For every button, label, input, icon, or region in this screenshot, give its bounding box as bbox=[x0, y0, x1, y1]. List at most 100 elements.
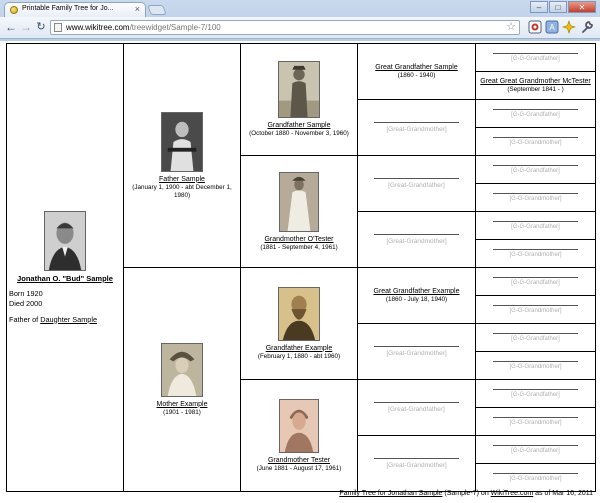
root-father-of: Father of Daughter Sample bbox=[9, 315, 123, 325]
url-text[interactable]: www.wikitree.com/treewidget/Sample-7/100 bbox=[66, 21, 221, 34]
window-controls: – □ ✕ bbox=[530, 1, 596, 14]
great-grandfather-placeholder: [Great-Grandfather] bbox=[388, 181, 445, 189]
gg-line bbox=[492, 304, 579, 306]
great-grandfather-placeholder: [Great-Grandfather] bbox=[388, 405, 445, 413]
gg-grandfather-placeholder: [G-G-Grandfather] bbox=[511, 447, 560, 454]
new-tab-button[interactable] bbox=[147, 5, 167, 15]
grandfather-sample-cell: Grandfather Sample (October 1880 - Novem… bbox=[240, 43, 358, 156]
extension-icon[interactable] bbox=[528, 20, 542, 34]
great-grandmother-placeholder: [Great-Grandmother] bbox=[386, 349, 447, 357]
grandmother-otester-name[interactable]: Grandmother O'Tester bbox=[264, 236, 333, 243]
empty-line bbox=[374, 233, 459, 235]
gg-grandfather-placeholder: [G-G-Grandfather] bbox=[511, 223, 560, 230]
mother-cell: Mother Example (1901 - 1981) bbox=[123, 267, 241, 492]
close-tab-icon[interactable]: × bbox=[135, 4, 140, 14]
gg-grandfather-placeholder: [G-G-Grandfather] bbox=[511, 55, 560, 62]
reload-icon[interactable]: ↻ bbox=[34, 20, 48, 34]
tab-bar: Printable Family Tree for Jo... × – □ ✕ bbox=[0, 0, 600, 17]
great-grandmother-placeholder: [Great-Grandmother] bbox=[386, 125, 447, 133]
browser-tab[interactable]: Printable Family Tree for Jo... × bbox=[4, 2, 146, 17]
gg-grandmother-placeholder: [G-G-Grandmother] bbox=[509, 363, 562, 370]
gg-line bbox=[492, 220, 579, 222]
address-bar[interactable]: www.wikitree.com/treewidget/Sample-7/100… bbox=[50, 20, 520, 35]
family-tree-table: Jonathan O. "Bud" Sample Born 1920 Died … bbox=[6, 43, 596, 492]
great-grandmother-cell: [Great-Grandmother] bbox=[357, 435, 476, 492]
grandfather-example-dates: (February 1, 1880 - abt 1960) bbox=[257, 352, 341, 360]
tab-title: Printable Family Tree for Jo... bbox=[22, 5, 114, 12]
gg-grandmother-placeholder: [G-G-Grandmother] bbox=[509, 195, 562, 202]
footer-site-link[interactable]: WikiTree.com bbox=[491, 490, 534, 497]
mother-name[interactable]: Mother Example bbox=[157, 401, 208, 408]
gg-line bbox=[492, 444, 579, 446]
gg-cell: [G-G-Grandmother] bbox=[475, 295, 596, 324]
sparkle-icon[interactable] bbox=[562, 20, 576, 34]
great-grandmother-placeholder: [Great-Grandmother] bbox=[386, 237, 447, 245]
gg-grandmother-placeholder: [G-G-Grandmother] bbox=[509, 419, 562, 426]
father-photo bbox=[161, 111, 203, 172]
mother-photo bbox=[161, 342, 203, 397]
root-name-link[interactable]: Jonathan O. "Bud" Sample bbox=[17, 274, 113, 283]
gg-cell: [G-G-Grandfather] bbox=[475, 211, 596, 240]
gg-line bbox=[492, 416, 579, 418]
footer: Family Tree for Jonathan Sample (Sample-… bbox=[339, 490, 593, 497]
grandmother-tester-cell: Grandmother Tester (June 1881 - August 1… bbox=[240, 379, 358, 492]
great-grandfather-cell: [Great-Grandfather] bbox=[357, 379, 476, 436]
url-host: www.wikitree.com bbox=[66, 23, 130, 32]
gg-cell: [G-G-Grandfather] bbox=[475, 99, 596, 128]
svg-text:A: A bbox=[549, 23, 555, 32]
gg-grandfather-placeholder: [G-G-Grandfather] bbox=[511, 167, 560, 174]
gg-cell: [G-G-Grandfather] bbox=[475, 379, 596, 408]
grandmother-otester-dates: (1881 - September 4, 1961) bbox=[260, 243, 338, 251]
empty-line bbox=[374, 457, 459, 459]
forward-arrow-icon[interactable]: → bbox=[19, 20, 33, 34]
empty-line bbox=[374, 121, 459, 123]
gg-grandmother-mctester-dates: (September 1841 - ) bbox=[507, 86, 564, 93]
gg-grandfather-placeholder: [G-G-Grandfather] bbox=[511, 335, 560, 342]
gg-line bbox=[492, 136, 579, 138]
gg-line bbox=[492, 248, 579, 250]
gg-cell: [G-G-Grandfather] bbox=[475, 43, 596, 72]
root-name[interactable]: Jonathan O. "Bud" Sample bbox=[8, 274, 123, 283]
grandfather-sample-name[interactable]: Grandfather Sample bbox=[267, 122, 330, 129]
gg-grandfather-placeholder: [G-G-Grandfather] bbox=[511, 111, 560, 118]
gg-cell: [G-G-Grandmother] bbox=[475, 239, 596, 268]
back-arrow-icon[interactable]: ← bbox=[4, 20, 18, 34]
close-window-button[interactable]: ✕ bbox=[568, 1, 596, 13]
translate-icon[interactable]: A bbox=[545, 20, 559, 34]
father-of-label: Father of bbox=[9, 314, 41, 324]
grandfather-example-name[interactable]: Grandfather Example bbox=[266, 345, 333, 352]
maximize-button[interactable]: □ bbox=[549, 1, 567, 13]
father-dates: (January 1, 1900 - abt December 1, 1980) bbox=[132, 183, 232, 199]
empty-line bbox=[374, 177, 459, 179]
footer-tree-link[interactable]: Family Tree for Jonathan Sample bbox=[339, 490, 442, 497]
browser-toolbar: ← → ↻ www.wikitree.com/treewidget/Sample… bbox=[0, 17, 600, 39]
gg-grandmother-placeholder: [G-G-Grandmother] bbox=[509, 251, 562, 258]
mother-dates: (1901 - 1981) bbox=[163, 408, 201, 416]
father-name[interactable]: Father Sample bbox=[159, 176, 205, 183]
grandmother-tester-dates: (June 1881 - August 17, 1961) bbox=[256, 464, 342, 472]
great-grandfather-example-name[interactable]: Great Grandfather Example bbox=[374, 288, 460, 295]
empty-line bbox=[374, 345, 459, 347]
daughter-link[interactable]: Daughter Sample bbox=[40, 315, 97, 324]
gg-line bbox=[492, 360, 579, 362]
great-grandfather-example-cell: Great Grandfather Example (1860 - July 1… bbox=[357, 267, 476, 324]
root-person-cell: Jonathan O. "Bud" Sample Born 1920 Died … bbox=[6, 43, 124, 492]
grandfather-sample-photo bbox=[278, 61, 320, 118]
gg-line bbox=[492, 388, 579, 390]
wrench-icon[interactable] bbox=[580, 20, 594, 34]
gg-line bbox=[492, 472, 579, 474]
grandmother-otester-cell: Grandmother O'Tester (1881 - September 4… bbox=[240, 155, 358, 268]
footer-id: (Sample-7) on bbox=[442, 490, 491, 497]
gg-line bbox=[492, 52, 579, 54]
gg-line bbox=[492, 276, 579, 278]
grandfather-sample-dates: (October 1880 - November 3, 1960) bbox=[249, 130, 349, 137]
great-grandfather-example-dates: (1860 - July 18, 1940) bbox=[385, 296, 448, 303]
gg-grandmother-mctester-name[interactable]: Great Great Grandmother McTester bbox=[480, 78, 590, 85]
bookmark-star-icon[interactable]: ☆ bbox=[506, 21, 516, 34]
great-grandfather-sample-name[interactable]: Great Grandfather Sample bbox=[375, 64, 458, 71]
grandmother-tester-name[interactable]: Grandmother Tester bbox=[268, 457, 330, 464]
gg-cell: [G-G-Grandmother] bbox=[475, 463, 596, 492]
minimize-button[interactable]: – bbox=[530, 1, 548, 13]
footer-date: as of Mar 16, 2011 bbox=[533, 490, 593, 497]
great-grandfather-cell: [Great-Grandfather] bbox=[357, 155, 476, 212]
